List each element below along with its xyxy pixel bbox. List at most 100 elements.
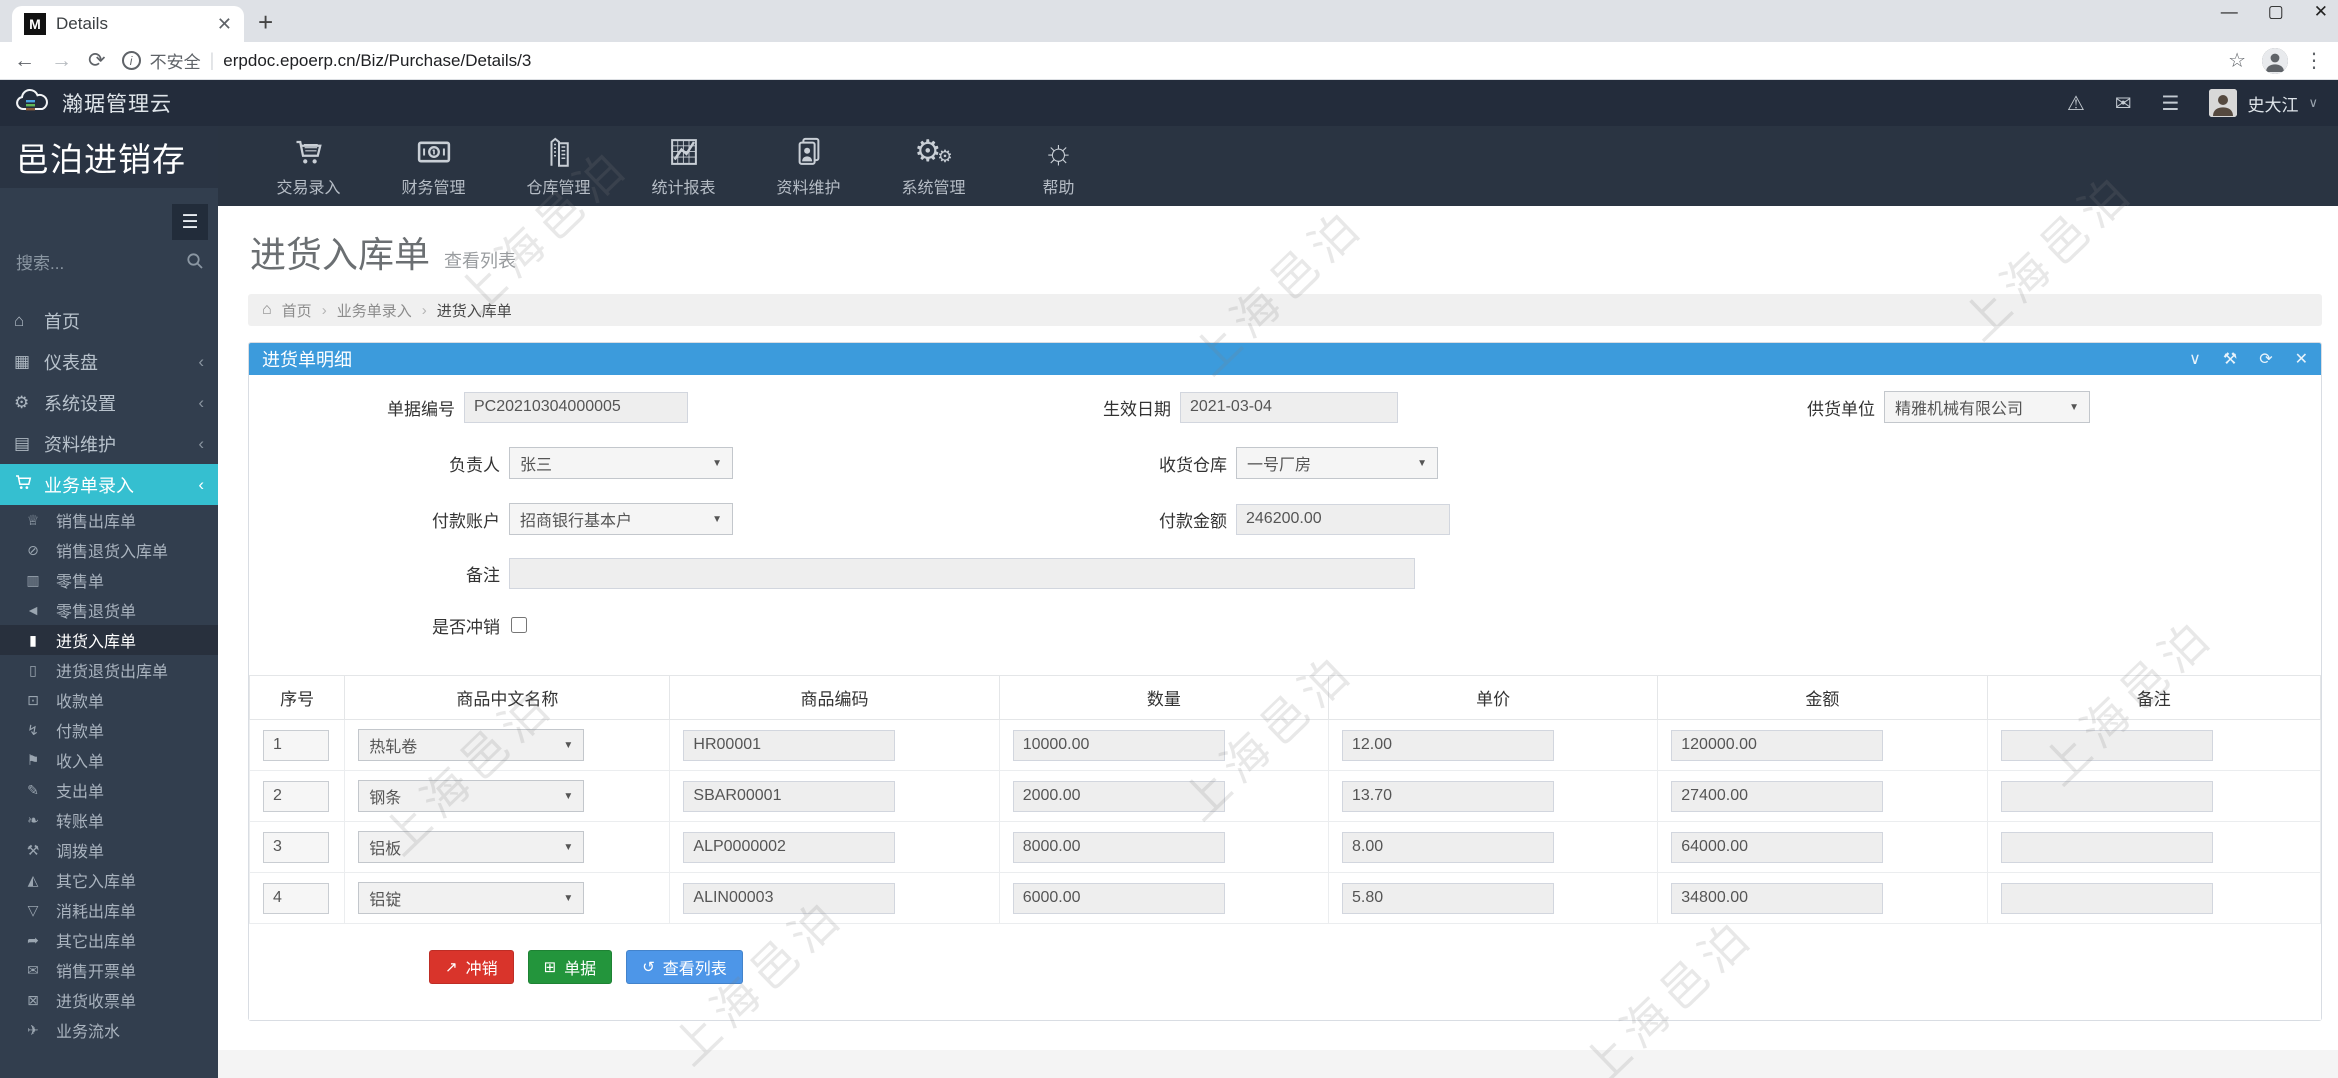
eye-slash-icon: ⊘ [27, 541, 39, 558]
new-tab-button[interactable]: + [258, 7, 273, 38]
sidebar-item-business-orders[interactable]: 业务单录入 ‹ [0, 464, 218, 505]
breadcrumb-business-orders[interactable]: 业务单录入 [337, 300, 412, 321]
product-name-select[interactable]: 铝锭 ▼ [358, 882, 585, 914]
sidebar-item-sales-return-inbound[interactable]: ⊘ 销售退货入库单 [0, 535, 218, 565]
document-button[interactable]: ⊞ 单据 [527, 950, 613, 984]
search-input[interactable] [16, 253, 156, 274]
refresh-icon[interactable]: ⟳ [88, 48, 106, 73]
sidebar-item-consumption-outbound[interactable]: ▽ 消耗出库单 [0, 895, 218, 925]
unit-price-input[interactable] [1341, 831, 1554, 863]
col-header-price: 单价 [1327, 675, 1659, 720]
product-name-select[interactable]: 热轧卷 ▼ [358, 729, 585, 761]
sidebar-item-purchase-return-outbound[interactable]: ▯ 进货退货出库单 [0, 655, 218, 685]
module-help[interactable]: ☼ 帮助 [996, 126, 1121, 206]
browser-tab[interactable]: M Details ✕ [12, 6, 244, 42]
pay-account-select[interactable]: 招商银行基本户 ▼ [509, 503, 733, 535]
module-finance[interactable]: 财务管理 [371, 126, 496, 206]
unit-price-input[interactable] [1341, 882, 1554, 914]
sidebar-item-retail-return[interactable]: ◄ 零售退货单 [0, 595, 218, 625]
quantity-input[interactable] [1012, 729, 1225, 761]
doc-no-input[interactable] [464, 391, 688, 423]
breadcrumb: ⌂ 首页 › 业务单录入 › 进货入库单 [248, 294, 2322, 326]
bookmark-outline-icon: ▯ [29, 661, 37, 678]
search-icon[interactable] [186, 252, 204, 275]
amount-input[interactable] [1671, 729, 1884, 761]
product-name-select[interactable]: 铝板 ▼ [358, 831, 585, 863]
sidebar-item-receipt-order[interactable]: ⊡ 收款单 [0, 685, 218, 715]
unit-price-input[interactable] [1341, 729, 1554, 761]
sidebar-item-other-outbound[interactable]: ➦ 其它出库单 [0, 925, 218, 955]
unit-price-input[interactable] [1341, 780, 1554, 812]
browser-menu-icon[interactable]: ⋮ [2304, 48, 2324, 73]
product-name-select[interactable]: 钢条 ▼ [358, 780, 585, 812]
sidebar-item-expense-order[interactable]: ✎ 支出单 [0, 775, 218, 805]
product-code-input[interactable] [683, 780, 896, 812]
collapse-icon[interactable]: ∨ [2189, 349, 2201, 369]
sidebar-item-data-maintenance[interactable]: ▤ 资料维护 ‹ [0, 423, 218, 464]
pay-amount-input[interactable] [1236, 503, 1450, 535]
sidebar-item-allocation-order[interactable]: ⚒ 调拨单 [0, 835, 218, 865]
amount-input[interactable] [1671, 831, 1884, 863]
tasks-icon[interactable]: ☰ [2162, 91, 2180, 116]
bookmark-star-icon[interactable]: ☆ [2228, 48, 2246, 73]
row-remark-input[interactable] [2000, 729, 2213, 761]
amount-input[interactable] [1671, 780, 1884, 812]
info-icon[interactable]: i [121, 51, 141, 70]
remark-input[interactable] [509, 557, 1415, 589]
sidebar-subitem-label: 进货退货出库单 [56, 664, 169, 681]
manager-select[interactable]: 张三 ▼ [509, 447, 733, 479]
quantity-input[interactable] [1012, 831, 1225, 863]
writeoff-checkbox[interactable] [511, 617, 527, 633]
refresh-icon[interactable]: ⟳ [2259, 349, 2272, 369]
manager-label: 负责人 [449, 455, 500, 475]
sidebar-item-business-flow[interactable]: ✈ 业务流水 [0, 1015, 218, 1045]
messages-icon[interactable]: ✉ [2115, 91, 2132, 116]
sidebar-item-system-settings[interactable]: ⚙ 系统设置 ‹ [0, 382, 218, 423]
module-data-maintenance[interactable]: 资料维护 [746, 126, 871, 206]
window-close-icon[interactable]: ✕ [2314, 2, 2328, 22]
sidebar-item-home[interactable]: ⌂ 首页 [0, 300, 218, 341]
breadcrumb-home[interactable]: 首页 [282, 300, 312, 321]
row-remark-input[interactable] [2000, 882, 2213, 914]
sidebar-toggle-button[interactable]: ☰ [172, 204, 208, 240]
sidebar-item-dashboard[interactable]: ▦ 仪表盘 ‹ [0, 341, 218, 382]
sidebar-item-sales-invoice[interactable]: ✉ 销售开票单 [0, 955, 218, 985]
sidebar-item-income-order[interactable]: ⚑ 收入单 [0, 745, 218, 775]
row-remark-input[interactable] [2000, 831, 2213, 863]
sidebar-item-retail-order[interactable]: ▥ 零售单 [0, 565, 218, 595]
amount-input[interactable] [1671, 882, 1884, 914]
sidebar-item-payment-order[interactable]: ↯ 付款单 [0, 715, 218, 745]
quantity-input[interactable] [1012, 882, 1225, 914]
user-menu[interactable]: 史大江 ∨ [2209, 89, 2318, 117]
window-maximize-icon[interactable]: ▢ [2268, 2, 2284, 22]
window-minimize-icon[interactable]: — [2221, 2, 2238, 22]
sidebar-item-purchase-inbound[interactable]: ▮ 进货入库单 [0, 625, 218, 655]
address-bar[interactable]: i 不安全 | erpdoc.epoerp.cn/Biz/Purchase/De… [121, 48, 2212, 73]
module-reports[interactable]: 统计报表 [621, 126, 746, 206]
module-system[interactable]: ⚙ ⚙ 系统管理 [871, 126, 996, 206]
app-brand[interactable]: 瀚琚管理云 [14, 87, 172, 120]
module-transaction-entry[interactable]: 交易录入 [246, 126, 371, 206]
sidebar-item-transfer-order[interactable]: ❧ 转账单 [0, 805, 218, 835]
tab-close-icon[interactable]: ✕ [217, 14, 232, 35]
supplier-select[interactable]: 精雅机械有限公司 ▼ [1884, 391, 2090, 423]
wrench-icon[interactable]: ⚒ [2223, 349, 2237, 369]
warehouse-select[interactable]: 一号厂房 ▼ [1236, 447, 1438, 479]
back-icon[interactable]: ← [14, 49, 35, 73]
module-warehouse[interactable]: 仓库管理 [496, 126, 621, 206]
sidebar-item-other-inbound[interactable]: ◭ 其它入库单 [0, 865, 218, 895]
row-remark-input[interactable] [2000, 780, 2213, 812]
writeoff-button[interactable]: ↗ 冲销 [429, 950, 514, 984]
browser-profile-avatar[interactable] [2262, 47, 2288, 74]
sidebar-item-sales-outbound[interactable]: ♕ 销售出库单 [0, 505, 218, 535]
product-code-input[interactable] [683, 882, 896, 914]
close-icon[interactable]: ✕ [2295, 349, 2308, 369]
product-code-input[interactable] [683, 729, 896, 761]
product-code-input[interactable] [683, 831, 896, 863]
sidebar-item-purchase-invoice[interactable]: ⊠ 进货收票单 [0, 985, 218, 1015]
view-list-button[interactable]: ↺ 查看列表 [626, 950, 743, 984]
effective-date-input[interactable] [1180, 391, 1398, 423]
quantity-input[interactable] [1012, 780, 1225, 812]
forward-icon[interactable]: → [51, 49, 72, 73]
alerts-icon[interactable]: ⚠ [2067, 91, 2085, 116]
